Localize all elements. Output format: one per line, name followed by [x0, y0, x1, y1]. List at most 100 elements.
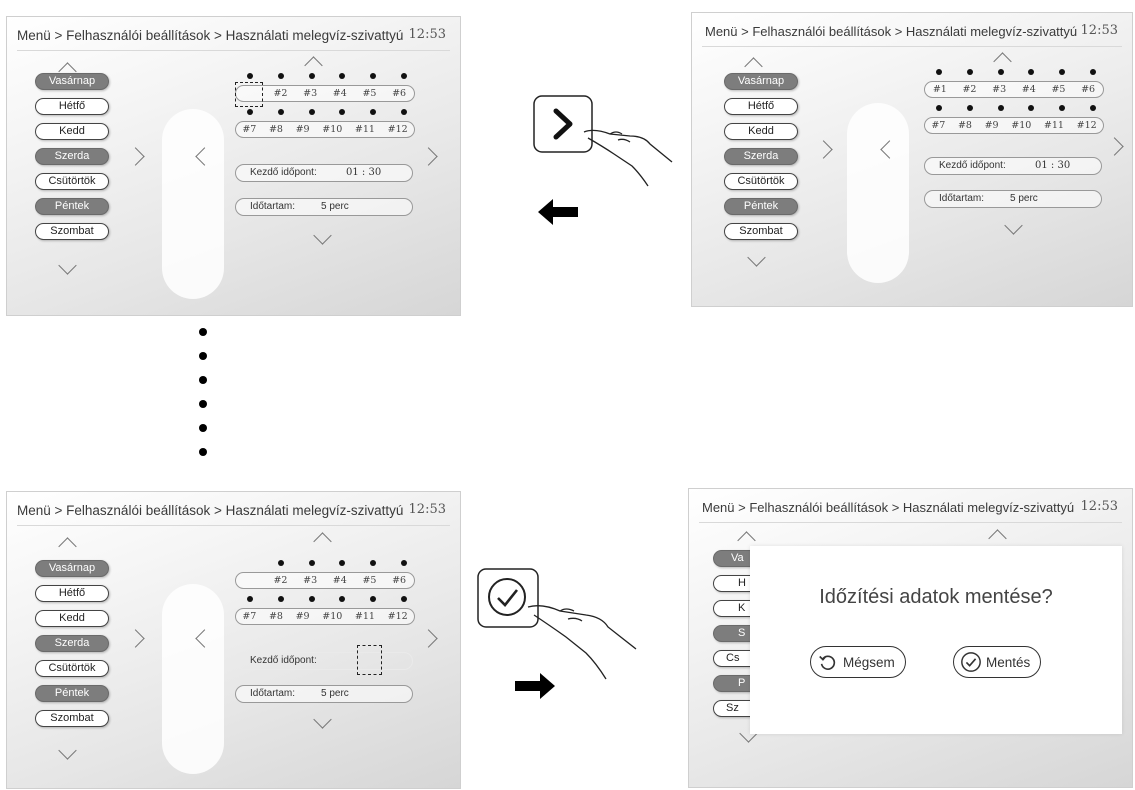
duration-value[interactable]: 5 perc — [321, 686, 349, 702]
save-button[interactable]: Mentés — [953, 646, 1042, 678]
day-sunday[interactable]: Vasárnap — [35, 560, 109, 577]
chevron-up-icon[interactable] — [993, 52, 1012, 71]
day-tuesday[interactable]: Kedd — [35, 123, 109, 140]
slot-row-1[interactable]: #1 #2 #3 #4 #5 #6 — [924, 81, 1104, 98]
day-saturday[interactable]: Szombat — [724, 223, 798, 240]
cancel-button[interactable]: Mégsem — [810, 646, 906, 678]
slot-label[interactable]: #6 — [1081, 84, 1095, 95]
duration-field[interactable]: Időtartam: 5 perc — [235, 685, 413, 703]
slot-row-2[interactable]: #7 #8 #9 #10 #11 #12 — [235, 121, 415, 138]
chevron-down-icon[interactable] — [313, 710, 332, 729]
day-tuesday[interactable]: Kedd — [724, 123, 798, 140]
slot-label[interactable]: #11 — [1044, 120, 1064, 131]
day-tuesday[interactable]: Kedd — [35, 610, 109, 627]
day-thursday[interactable]: Csütörtök — [724, 173, 798, 190]
slot-label[interactable]: #3 — [992, 84, 1006, 95]
chevron-right-icon[interactable] — [126, 629, 145, 648]
duration-field[interactable]: Időtartam: 5 perc — [235, 198, 413, 216]
chevron-right-icon[interactable] — [814, 140, 833, 159]
slot-label[interactable]: #4 — [333, 88, 347, 99]
day-wednesday[interactable]: Szerda — [35, 635, 109, 652]
day-wednesday[interactable]: Szerda — [35, 148, 109, 165]
chevron-up-icon[interactable] — [988, 529, 1007, 548]
undo-icon — [819, 655, 836, 670]
day-friday[interactable]: Péntek — [35, 685, 109, 702]
slot-label[interactable]: #10 — [1011, 120, 1031, 131]
slot-label[interactable]: #4 — [1022, 84, 1036, 95]
slot-label[interactable]: #7 — [931, 120, 945, 131]
slot-label[interactable]: #9 — [985, 120, 999, 131]
start-time-field[interactable]: Kezdő időpont: — [235, 652, 413, 670]
slot-label[interactable]: #9 — [296, 611, 310, 622]
day-sunday[interactable]: Vasárnap — [35, 73, 109, 90]
duration-value[interactable]: 5 perc — [1010, 191, 1038, 207]
slot-label[interactable]: #10 — [322, 124, 342, 135]
slot-label[interactable]: #5 — [362, 575, 376, 586]
chevron-right-icon[interactable] — [126, 147, 145, 166]
slot-label[interactable]: #5 — [1051, 84, 1065, 95]
day-sunday[interactable]: Vasárnap — [724, 73, 798, 90]
day-saturday[interactable]: Szombat — [35, 710, 109, 727]
slot-label[interactable]: #9 — [296, 124, 310, 135]
slot-label[interactable]: #5 — [362, 88, 376, 99]
day-monday[interactable]: Hétfő — [35, 585, 109, 602]
start-time-value[interactable]: 01 : 30 — [1035, 158, 1070, 174]
slot-label[interactable]: #11 — [355, 124, 375, 135]
duration-value[interactable]: 5 perc — [321, 199, 349, 215]
next-button-graphic — [533, 95, 593, 153]
slot-label[interactable]: #7 — [242, 611, 256, 622]
chevron-right-icon[interactable] — [419, 147, 438, 166]
chevron-right-icon[interactable] — [419, 629, 438, 648]
chevron-down-icon[interactable] — [1004, 216, 1023, 235]
slot-label[interactable]: #12 — [1077, 120, 1097, 131]
slot-label[interactable]: #3 — [303, 575, 317, 586]
day-thursday[interactable]: Csütörtök — [35, 660, 109, 677]
slot-label[interactable]: #2 — [273, 575, 287, 586]
chevron-up-icon[interactable] — [58, 537, 77, 556]
day-friday[interactable]: Péntek — [35, 198, 109, 215]
hand-press-confirm-illustration — [477, 568, 637, 680]
slot-label[interactable]: #2 — [962, 84, 976, 95]
start-time-value[interactable]: 01 : 30 — [346, 165, 381, 181]
chevron-up-icon[interactable] — [313, 532, 332, 551]
slot-label[interactable]: #3 — [303, 88, 317, 99]
day-monday[interactable]: Hétfő — [724, 98, 798, 115]
slot-label[interactable]: #8 — [269, 611, 283, 622]
slot-label[interactable]: #8 — [958, 120, 972, 131]
day-saturday[interactable]: Szombat — [35, 223, 109, 240]
slot-label[interactable]: #6 — [392, 88, 406, 99]
slot-label[interactable]: #8 — [269, 124, 283, 135]
chevron-down-icon[interactable] — [747, 248, 766, 267]
slot-label[interactable]: #10 — [322, 611, 342, 622]
start-time-field[interactable]: Kezdő időpont: 01 : 30 — [924, 157, 1102, 175]
slot-label[interactable]: #6 — [392, 575, 406, 586]
day-wednesday[interactable]: Szerda — [724, 148, 798, 165]
chevron-down-icon[interactable] — [313, 226, 332, 245]
clock: 12:53 — [408, 27, 446, 42]
slot-row-2[interactable]: #7 #8 #9 #10 #11 #12 — [924, 117, 1104, 134]
chevron-down-icon[interactable] — [58, 741, 77, 760]
divider — [702, 46, 1122, 47]
slot-label[interactable]: #7 — [242, 124, 256, 135]
chevron-down-icon[interactable] — [58, 256, 77, 275]
slot-label[interactable]: #12 — [388, 611, 408, 622]
duration-field[interactable]: Időtartam: 5 perc — [924, 190, 1102, 208]
slot-label[interactable]: #4 — [333, 575, 347, 586]
day-friday[interactable]: Péntek — [724, 198, 798, 215]
day-thursday[interactable]: Csütörtök — [35, 173, 109, 190]
slot-row-1[interactable]: #1 #2 #3 #4 #5 #6 — [235, 572, 415, 589]
slot-label[interactable]: #11 — [355, 611, 375, 622]
continuation-dots — [199, 328, 211, 472]
duration-label: Időtartam: — [939, 193, 985, 204]
start-time-field[interactable]: Kezdő időpont: 01 : 30 — [235, 164, 413, 182]
slot-label[interactable]: #1 — [933, 84, 947, 95]
breadcrumb: Menü > Felhasználói beállítások > Haszná… — [17, 503, 404, 518]
slot-label[interactable]: #12 — [388, 124, 408, 135]
divider — [699, 522, 1122, 523]
chevron-up-icon[interactable] — [304, 56, 323, 75]
chevron-right-icon[interactable] — [1105, 137, 1124, 156]
day-monday[interactable]: Hétfő — [35, 98, 109, 115]
start-time-label: Kezdő időpont: — [250, 655, 317, 666]
slot-row-2[interactable]: #7 #8 #9 #10 #11 #12 — [235, 608, 415, 625]
slot-label[interactable]: #2 — [273, 88, 287, 99]
